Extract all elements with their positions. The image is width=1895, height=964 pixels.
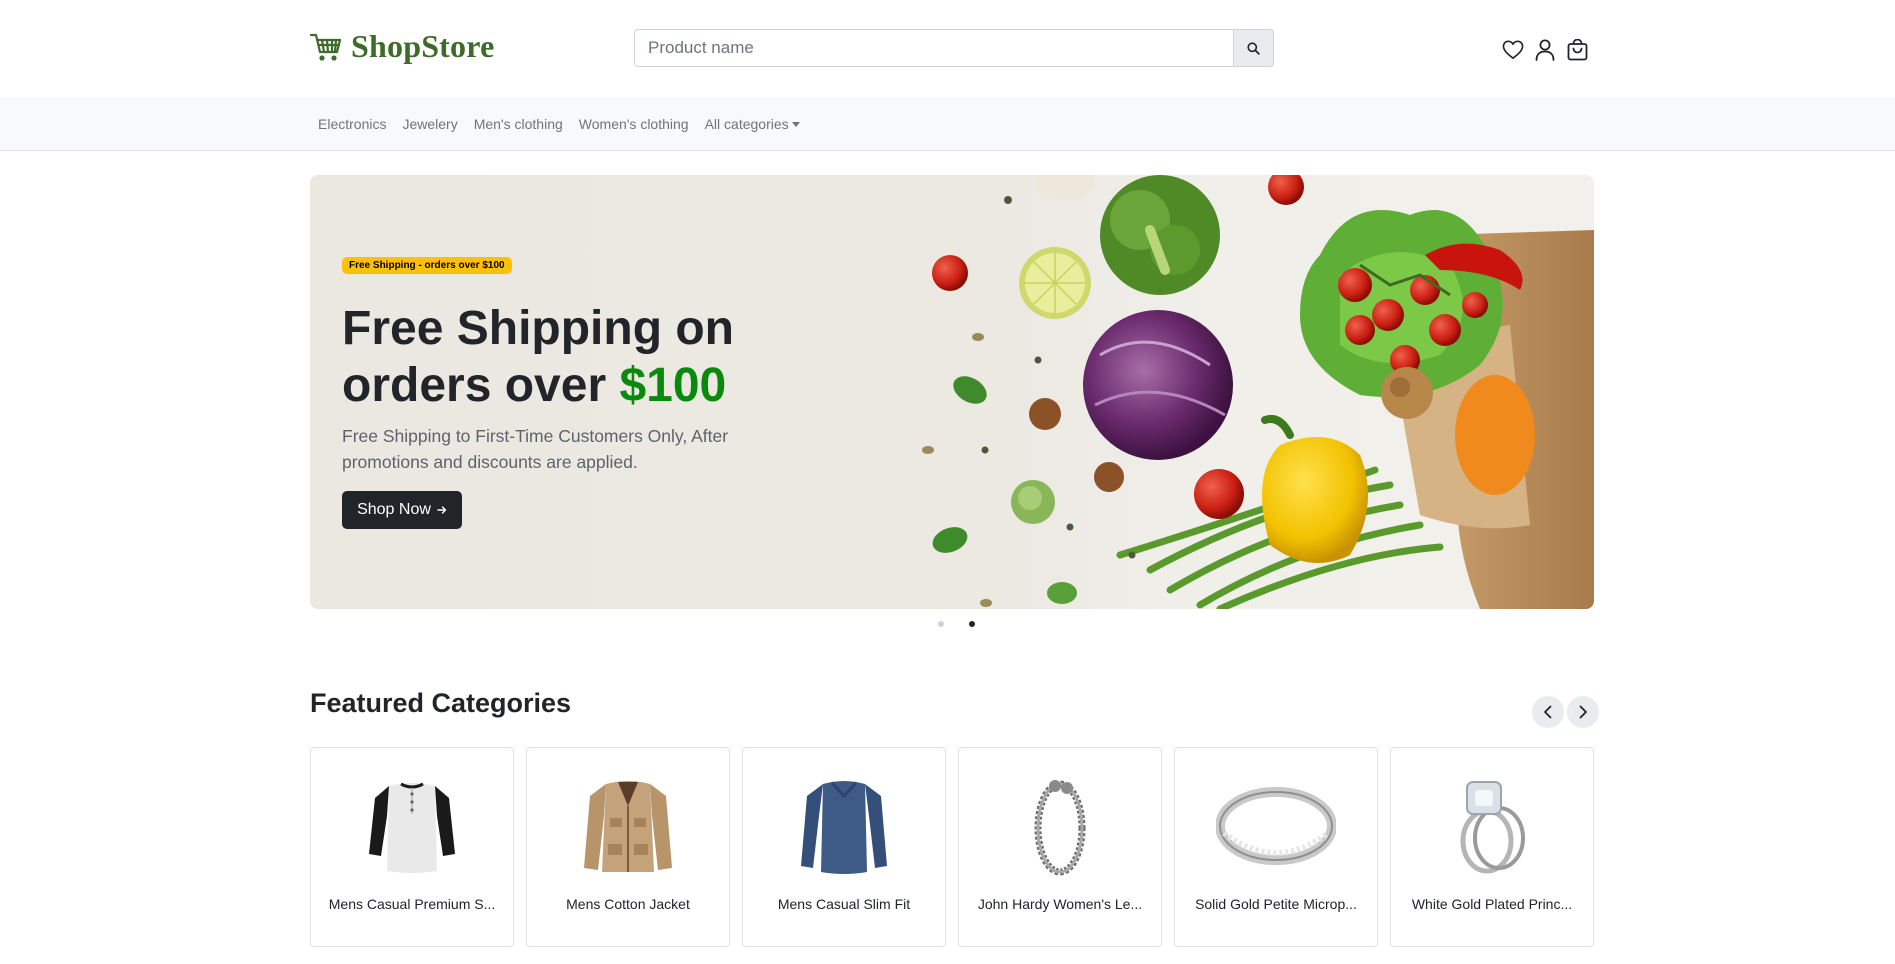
category-card[interactable]: Mens Cotton Jacket xyxy=(526,747,730,947)
chevron-right-icon xyxy=(1579,705,1587,719)
nav-item-electronics[interactable]: Electronics xyxy=(310,116,394,132)
category-card[interactable]: Mens Casual Slim Fit xyxy=(742,747,946,947)
category-card-label: Mens Cotton Jacket xyxy=(566,896,690,912)
logo-text: ShopStore xyxy=(351,28,495,64)
shopping-cart-icon xyxy=(309,33,342,61)
next-button[interactable] xyxy=(1567,696,1599,728)
hero-subtitle: Free Shipping to First-Time Customers On… xyxy=(342,426,729,472)
hero-banner: Free Shipping - orders over $100 Free Sh… xyxy=(310,175,1594,609)
cart-button[interactable] xyxy=(1566,38,1588,62)
caret-down-icon xyxy=(791,122,800,127)
all-categories-label: All categories xyxy=(704,116,789,132)
category-card-label: Solid Gold Petite Microp... xyxy=(1195,896,1357,912)
prev-button[interactable] xyxy=(1532,696,1564,728)
featured-nav xyxy=(1532,696,1599,728)
category-card[interactable]: Solid Gold Petite Microp... xyxy=(1174,747,1378,947)
nav-item-womens-clothing[interactable]: Women's clothing xyxy=(571,116,697,132)
category-card-label: White Gold Plated Princ... xyxy=(1411,896,1573,912)
category-nav: Electronics Jewelery Men's clothing Wome… xyxy=(0,97,1895,151)
nav-item-jewelery[interactable]: Jewelery xyxy=(394,116,465,132)
category-card-label: Mens Casual Premium S... xyxy=(328,896,496,912)
hero-title-accent: $100 xyxy=(619,359,727,412)
category-card[interactable]: White Gold Plated Princ... xyxy=(1390,747,1594,947)
shop-now-button[interactable]: Shop Now xyxy=(342,491,462,529)
shopping-bag-icon xyxy=(1567,39,1587,61)
henley-shirt-image xyxy=(369,782,455,873)
heart-icon xyxy=(1502,40,1524,59)
all-categories-dropdown[interactable]: All categories xyxy=(697,116,808,132)
featured-categories-title: Featured Categories xyxy=(310,688,572,718)
hero-title: Free Shipping on orders over $100 xyxy=(342,300,802,414)
category-card-label: Mens Casual Slim Fit xyxy=(777,896,911,912)
arrow-right-icon xyxy=(437,506,447,514)
engagement-ring-image xyxy=(1460,781,1525,874)
category-card[interactable]: Mens Casual Premium S... xyxy=(310,747,514,947)
ring-image xyxy=(1216,787,1336,865)
logo[interactable]: ShopStore xyxy=(309,28,494,65)
search-button[interactable] xyxy=(1233,29,1274,67)
jacket-image xyxy=(584,781,672,872)
long-sleeve-shirt-image xyxy=(801,781,887,874)
carousel-indicators xyxy=(938,621,975,627)
search-bar xyxy=(634,29,1274,67)
category-card-label: John Hardy Women's Le... xyxy=(977,896,1143,912)
site-header: ShopStore xyxy=(0,0,1895,97)
category-card[interactable]: John Hardy Women's Le... xyxy=(958,747,1162,947)
carousel-dot-2[interactable] xyxy=(969,621,975,627)
search-input[interactable] xyxy=(634,29,1233,67)
header-actions xyxy=(1502,38,1588,62)
shop-now-label: Shop Now xyxy=(357,501,431,518)
free-shipping-badge: Free Shipping - orders over $100 xyxy=(342,257,512,274)
user-icon xyxy=(1535,39,1555,61)
carousel-dot-1[interactable] xyxy=(938,621,944,627)
wishlist-button[interactable] xyxy=(1502,38,1524,62)
account-button[interactable] xyxy=(1534,38,1556,62)
category-cards: Mens Casual Premium S... Mens Cotton Jac… xyxy=(310,747,1594,947)
nav-item-mens-clothing[interactable]: Men's clothing xyxy=(466,116,571,132)
vegetables-image xyxy=(922,175,1594,609)
search-icon xyxy=(1247,41,1260,55)
chevron-left-icon xyxy=(1544,705,1552,719)
bracelet-image xyxy=(1034,780,1086,876)
